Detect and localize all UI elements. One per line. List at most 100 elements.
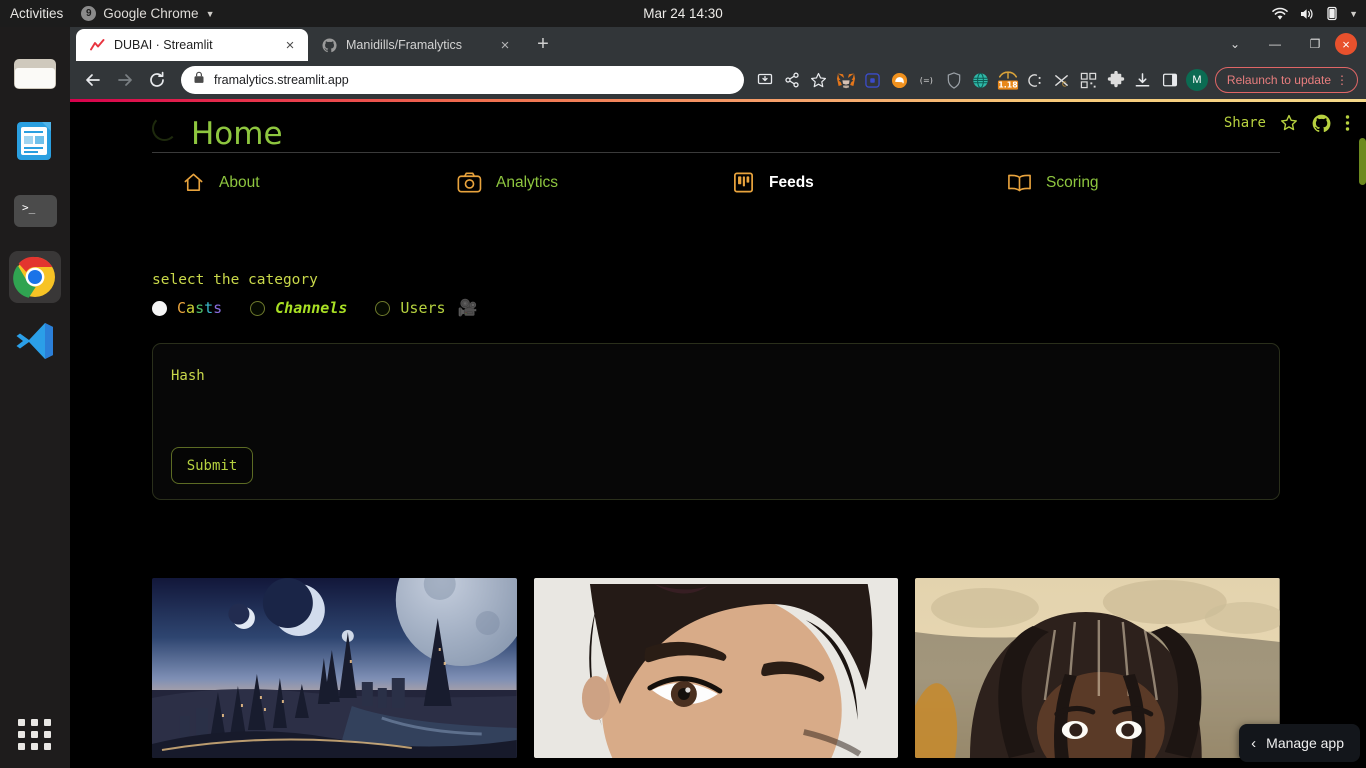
category-radio-group[interactable]: Casts Channels Users 🎥 xyxy=(152,298,1280,318)
active-app-menu[interactable]: 9 Google Chrome ▼ xyxy=(75,6,220,21)
terminal-icon: >_ xyxy=(13,195,57,227)
browser-tab-streamlit[interactable]: DUBAI · Streamlit × xyxy=(76,29,308,61)
open-book-icon xyxy=(1007,172,1032,194)
relaunch-to-update-button[interactable]: Relaunch to update ⋮ xyxy=(1214,67,1358,93)
toolbar-extensions: (=) 1.18 C M xyxy=(753,68,1209,92)
chat-icon[interactable] xyxy=(1023,68,1047,92)
volume-icon xyxy=(1299,7,1315,21)
feed-card-list xyxy=(152,578,1281,758)
dock-item-libreoffice-writer[interactable] xyxy=(9,115,61,167)
page-title: Home xyxy=(191,116,283,150)
wifi-icon xyxy=(1272,7,1288,21)
feed-card[interactable] xyxy=(152,578,517,758)
dock-item-google-chrome[interactable] xyxy=(9,251,61,303)
home-icon xyxy=(182,171,205,194)
address-bar[interactable]: framalytics.streamlit.app xyxy=(181,66,744,94)
close-window-button[interactable]: × xyxy=(1335,33,1357,55)
maximize-button[interactable]: ❐ xyxy=(1295,27,1335,61)
github-icon[interactable] xyxy=(1312,114,1331,133)
gnome-top-bar: Activities 9 Google Chrome ▼ Mar 24 14:3… xyxy=(0,0,1366,27)
active-app-name: Google Chrome xyxy=(103,6,199,21)
radio-option-channels[interactable]: Channels xyxy=(250,299,347,317)
tab-scoring[interactable]: Scoring xyxy=(977,171,1252,194)
svg-text:>_: >_ xyxy=(22,201,36,214)
globe-icon[interactable] xyxy=(969,68,993,92)
reload-button[interactable] xyxy=(142,65,172,95)
title-divider xyxy=(152,152,1280,153)
forward-button[interactable] xyxy=(110,65,140,95)
feed-card[interactable] xyxy=(533,578,899,758)
category-label: select the category xyxy=(152,272,318,288)
metamask-icon[interactable] xyxy=(834,68,858,92)
chevron-left-icon: ‹ xyxy=(1251,734,1257,752)
radio-dot[interactable] xyxy=(375,300,391,316)
shield-icon[interactable] xyxy=(942,68,966,92)
app-tab-bar: About Analytics Feeds Scoring xyxy=(152,171,1280,194)
close-icon[interactable]: × xyxy=(282,38,298,53)
radio-dot[interactable] xyxy=(250,300,266,316)
manage-app-button[interactable]: ‹ Manage app xyxy=(1239,724,1360,762)
tab-label: Feeds xyxy=(769,173,814,191)
chrome-app-icon: 9 xyxy=(81,6,97,21)
window-controls: ⌄ — ❐ × xyxy=(1215,27,1366,61)
feed-card[interactable] xyxy=(915,578,1281,758)
dock-item-files[interactable] xyxy=(9,48,61,100)
node-1-18-icon[interactable]: 1.18 xyxy=(996,68,1020,92)
new-tab-button[interactable]: + xyxy=(529,30,557,58)
equals-icon[interactable]: (=) xyxy=(915,68,939,92)
downloads-icon[interactable] xyxy=(1131,68,1155,92)
system-status-area[interactable]: ▼ xyxy=(1272,6,1358,21)
extensions-puzzle-icon[interactable] xyxy=(1104,68,1128,92)
braided-hair-girl-image xyxy=(915,578,1281,758)
ubuntu-dock: >_ xyxy=(0,27,70,768)
activities-button[interactable]: Activities xyxy=(0,6,75,21)
scrollbar-thumb[interactable] xyxy=(1359,138,1366,185)
browser-tab-github[interactable]: Manidills/Framalytics × xyxy=(308,29,523,61)
share-icon[interactable] xyxy=(780,68,804,92)
chrome-window: DUBAI · Streamlit × Manidills/Framalytic… xyxy=(70,27,1366,768)
page-scrollbar[interactable] xyxy=(1359,102,1366,768)
sidepanel-icon[interactable] xyxy=(1158,68,1182,92)
page-title-row: Home xyxy=(152,106,1280,150)
tab-analytics[interactable]: Analytics xyxy=(427,171,702,194)
kebab-menu-icon[interactable] xyxy=(1345,114,1350,132)
bug-icon[interactable]: C xyxy=(1050,68,1074,92)
qr-icon[interactable] xyxy=(1077,68,1101,92)
manage-app-label: Manage app xyxy=(1266,735,1344,751)
extension-blue-icon[interactable] xyxy=(861,68,885,92)
browser-toolbar: framalytics.streamlit.app (=) 1.18 C M R… xyxy=(70,61,1366,99)
show-applications-button[interactable] xyxy=(18,717,52,751)
chrome-icon xyxy=(13,256,55,298)
streamlit-main-content: Home About Analytics Feeds Scoring selec… xyxy=(152,102,1281,758)
submit-button[interactable]: Submit xyxy=(171,447,253,484)
minimize-button[interactable]: — xyxy=(1255,27,1295,61)
svg-text:1.18: 1.18 xyxy=(998,81,1017,90)
movie-camera-icon: 🎥 xyxy=(457,300,478,317)
vscode-icon xyxy=(16,323,53,359)
star-icon[interactable] xyxy=(1280,114,1298,132)
streamlit-app-page: Share Home About Analytics Feeds Scoring… xyxy=(70,99,1366,768)
install-app-icon[interactable] xyxy=(753,68,777,92)
dock-item-vscode[interactable] xyxy=(9,315,61,367)
radio-dot-selected[interactable] xyxy=(152,300,167,316)
back-button[interactable] xyxy=(78,65,108,95)
url-text: framalytics.streamlit.app xyxy=(214,73,349,87)
lock-icon xyxy=(193,71,205,89)
dock-item-terminal[interactable]: >_ xyxy=(9,185,61,237)
bookmark-star-icon[interactable] xyxy=(807,68,831,92)
libreoffice-writer-icon xyxy=(17,122,51,160)
tab-feeds[interactable]: Feeds xyxy=(702,171,977,194)
hash-field-label: Hash xyxy=(171,368,205,384)
tab-search-button[interactable]: ⌄ xyxy=(1215,27,1255,61)
close-icon[interactable]: × xyxy=(497,38,513,53)
radio-option-casts[interactable]: Casts xyxy=(152,299,222,317)
camera-icon xyxy=(457,171,482,194)
kebab-menu-icon[interactable]: ⋮ xyxy=(1336,73,1348,87)
radio-option-users[interactable]: Users xyxy=(375,299,446,317)
tab-title: Manidills/Framalytics xyxy=(346,38,462,52)
tab-strip: DUBAI · Streamlit × Manidills/Framalytic… xyxy=(70,27,1366,61)
tab-about[interactable]: About xyxy=(152,171,427,194)
phantom-icon[interactable] xyxy=(888,68,912,92)
profile-avatar[interactable]: M xyxy=(1185,68,1209,92)
chevron-down-icon: ▼ xyxy=(205,8,215,19)
